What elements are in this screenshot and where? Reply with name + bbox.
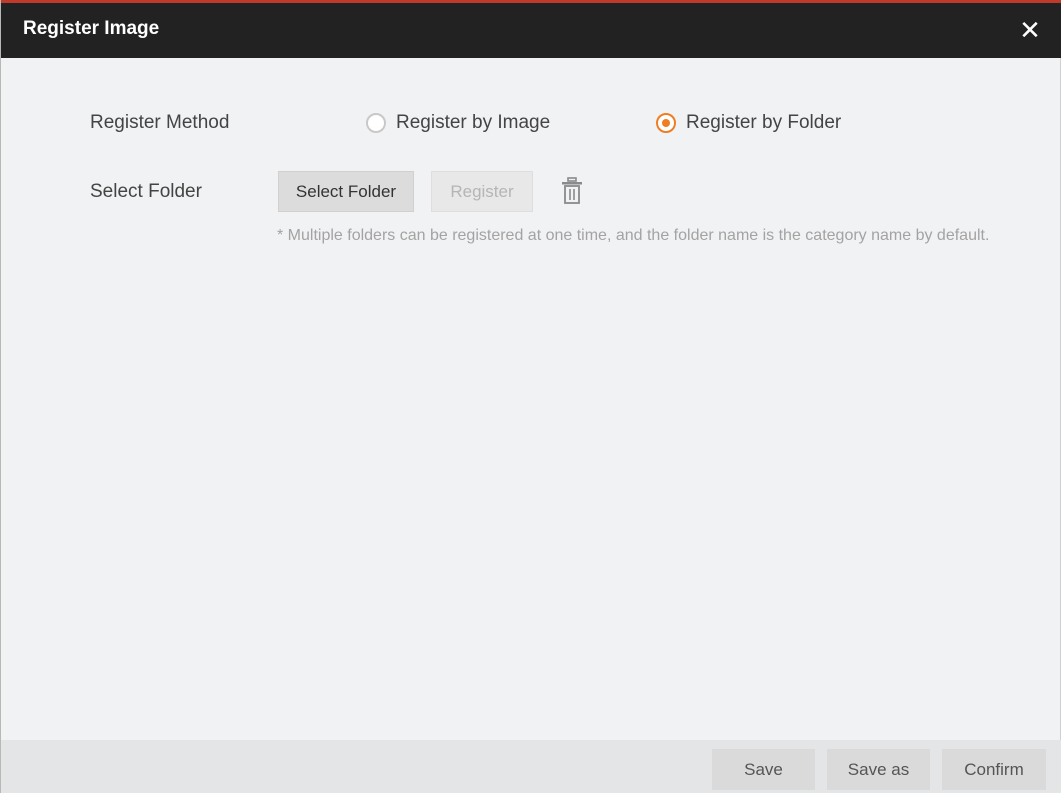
radio-checked-icon[interactable] bbox=[656, 113, 676, 133]
trash-icon[interactable] bbox=[561, 177, 583, 205]
save-as-button[interactable]: Save as bbox=[827, 749, 930, 790]
folder-hint-text: * Multiple folders can be registered at … bbox=[277, 227, 990, 244]
dialog-title: Register Image bbox=[23, 18, 160, 39]
confirm-button[interactable]: Confirm bbox=[942, 749, 1046, 790]
save-button[interactable]: Save bbox=[712, 749, 815, 790]
radio-register-by-folder[interactable]: Register by Folder bbox=[656, 112, 841, 134]
close-icon[interactable]: ✕ bbox=[1015, 13, 1045, 47]
select-folder-button[interactable]: Select Folder bbox=[278, 171, 414, 212]
radio-label-register-by-folder: Register by Folder bbox=[686, 112, 842, 133]
radio-label-register-by-image: Register by Image bbox=[396, 112, 551, 133]
title-bar: Register Image ✕ bbox=[1, 0, 1061, 58]
register-method-label: Register Method bbox=[90, 112, 230, 133]
select-folder-label: Select Folder bbox=[90, 181, 202, 202]
radio-unchecked-icon[interactable] bbox=[366, 113, 386, 133]
register-button[interactable]: Register bbox=[431, 171, 533, 212]
radio-register-by-image[interactable]: Register by Image bbox=[366, 112, 550, 134]
register-image-dialog: Register Image ✕ Register Method Registe… bbox=[0, 0, 1061, 793]
